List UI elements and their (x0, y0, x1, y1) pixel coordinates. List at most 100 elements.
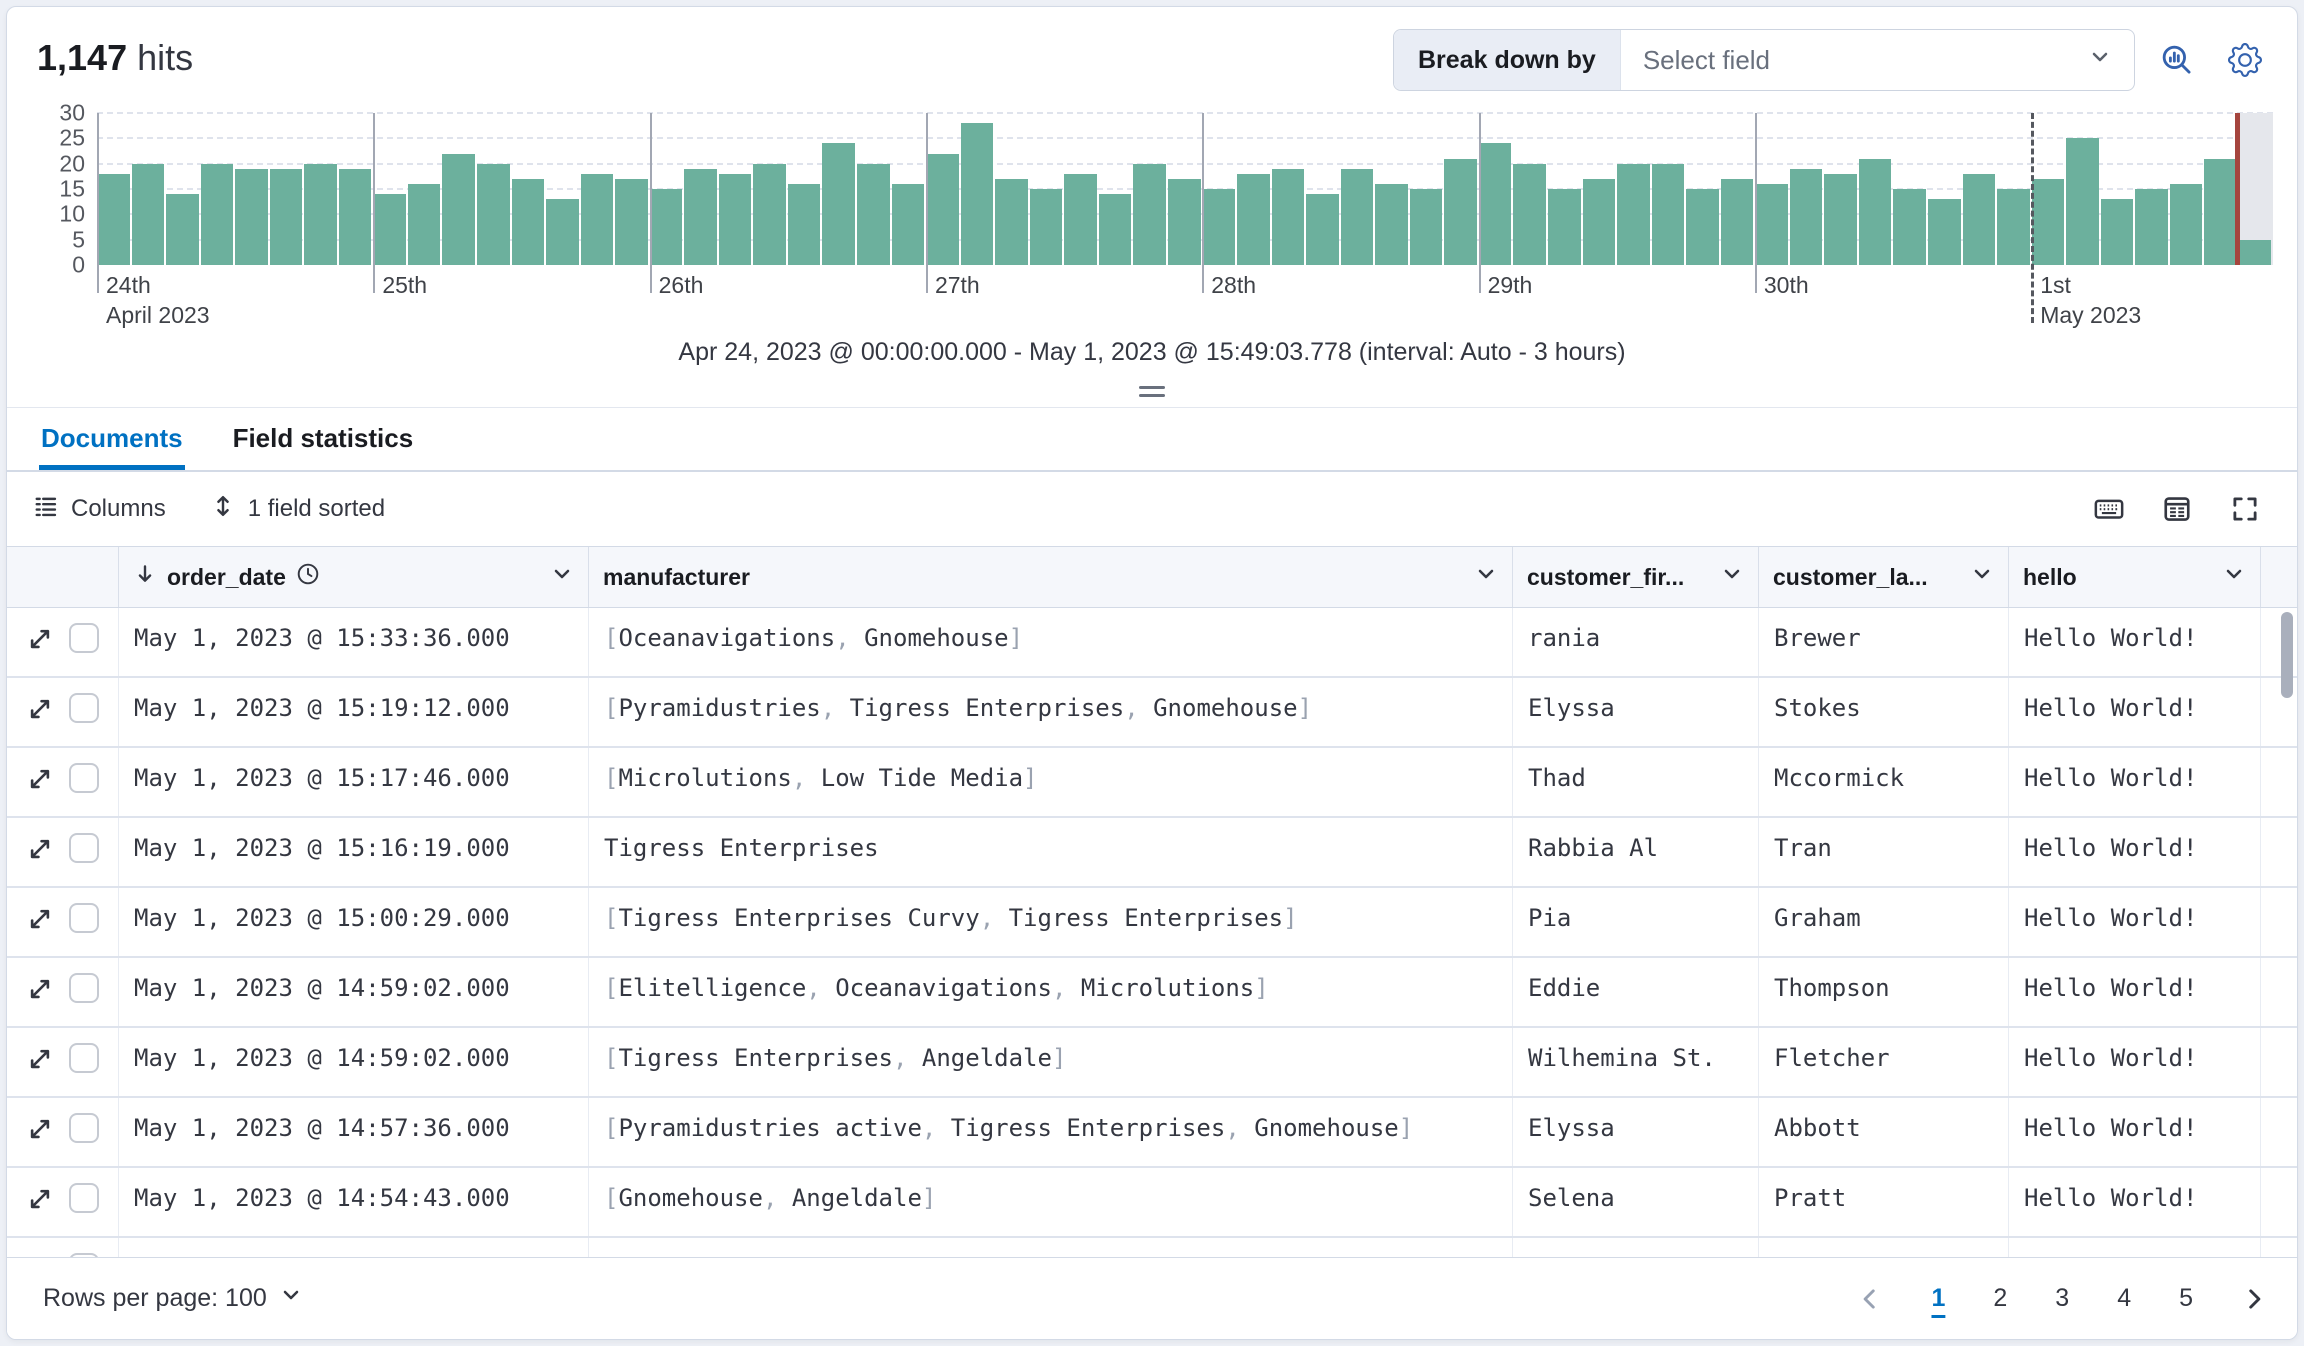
histogram-bar[interactable] (2101, 199, 2134, 265)
histogram-bar[interactable] (822, 143, 855, 265)
histogram-bar[interactable] (581, 174, 614, 265)
row-checkbox[interactable] (69, 763, 99, 793)
histogram-bar[interactable] (1583, 179, 1616, 265)
histogram-bar[interactable] (339, 169, 372, 265)
histogram-bar[interactable] (1272, 169, 1305, 265)
histogram-bar[interactable] (546, 199, 579, 265)
column-actions-chevron-icon[interactable] (550, 562, 574, 592)
expand-document-button[interactable] (26, 975, 54, 1008)
histogram-bar[interactable] (1099, 194, 1132, 265)
histogram-bar[interactable] (2135, 189, 2168, 265)
histogram-bar[interactable] (1652, 164, 1685, 265)
histogram-bar[interactable] (995, 179, 1028, 265)
histogram-bar[interactable] (132, 164, 165, 265)
page-button-3[interactable]: 3 (2055, 1284, 2069, 1313)
column-header-hello[interactable]: hello (2009, 547, 2261, 607)
histogram-bar[interactable] (235, 169, 268, 265)
histogram-bar[interactable] (2170, 184, 2203, 265)
column-header-order_date[interactable]: order_date (119, 547, 589, 607)
histogram-bar[interactable] (2066, 138, 2099, 265)
histogram-bar[interactable] (1479, 143, 1512, 265)
plot-area[interactable] (97, 113, 2273, 265)
row-checkbox[interactable] (69, 833, 99, 863)
page-button-4[interactable]: 4 (2117, 1284, 2131, 1313)
histogram-bar[interactable] (1928, 199, 1961, 265)
sort-fields-button[interactable]: 1 field sorted (210, 493, 385, 526)
keyboard-shortcuts-button[interactable] (2083, 483, 2135, 535)
histogram-bar[interactable] (961, 123, 994, 265)
page-button-2[interactable]: 2 (1993, 1284, 2007, 1313)
row-checkbox[interactable] (69, 1183, 99, 1213)
histogram-bar[interactable] (1444, 159, 1477, 265)
histogram-bar[interactable] (1030, 189, 1063, 265)
expand-document-button[interactable] (26, 905, 54, 938)
tab-field-statistics[interactable]: Field statistics (231, 423, 416, 470)
histogram-bar[interactable] (1686, 189, 1719, 265)
histogram-bar[interactable] (1755, 184, 1788, 265)
vertical-scrollbar[interactable] (2281, 612, 2293, 698)
rows-per-page-button[interactable]: Rows per page: 100 (37, 1282, 309, 1315)
histogram-bar[interactable] (1064, 174, 1097, 265)
histogram-bar[interactable] (857, 164, 890, 265)
resize-handle[interactable] (7, 375, 2297, 407)
histogram-bar[interactable] (1790, 169, 1823, 265)
expand-document-button[interactable] (26, 765, 54, 798)
histogram-bar[interactable] (477, 164, 510, 265)
display-options-button[interactable] (2151, 483, 2203, 535)
histogram-bar[interactable] (512, 179, 545, 265)
breakdown-select[interactable]: Select field (1621, 30, 2134, 90)
expand-document-button[interactable] (26, 1185, 54, 1218)
next-page-button[interactable] (2241, 1286, 2267, 1312)
histogram-bar[interactable] (373, 194, 406, 265)
histogram-bar[interactable] (2204, 159, 2237, 265)
histogram-bar[interactable] (1963, 174, 1996, 265)
histogram-bar[interactable] (1203, 189, 1236, 265)
expand-document-button[interactable] (26, 625, 54, 658)
histogram-bar[interactable] (719, 174, 752, 265)
histogram-bar[interactable] (684, 169, 717, 265)
histogram-bar[interactable] (1997, 189, 2030, 265)
expand-document-button[interactable] (26, 1255, 54, 1257)
page-button-1[interactable]: 1 (1931, 1284, 1945, 1313)
histogram-bar[interactable] (1893, 189, 1926, 265)
row-checkbox[interactable] (69, 693, 99, 723)
histogram-bar[interactable] (166, 194, 199, 265)
histogram-bar[interactable] (926, 154, 959, 265)
inspect-chart-button[interactable] (2151, 34, 2203, 86)
row-checkbox[interactable] (69, 623, 99, 653)
histogram-bar[interactable] (304, 164, 337, 265)
column-actions-chevron-icon[interactable] (1970, 562, 1994, 592)
histogram-bar[interactable] (1548, 189, 1581, 265)
page-button-5[interactable]: 5 (2179, 1284, 2193, 1313)
histogram-bar[interactable] (270, 169, 303, 265)
row-checkbox[interactable] (69, 1253, 99, 1257)
expand-document-button[interactable] (26, 695, 54, 728)
histogram-bar[interactable] (97, 174, 130, 265)
tab-documents[interactable]: Documents (39, 423, 185, 470)
expand-document-button[interactable] (26, 1115, 54, 1148)
column-actions-chevron-icon[interactable] (1474, 562, 1498, 592)
histogram-bar[interactable] (1824, 174, 1857, 265)
histogram-bar[interactable] (1237, 174, 1270, 265)
column-header-customer_last[interactable]: customer_la... (1759, 547, 2009, 607)
column-actions-chevron-icon[interactable] (1720, 562, 1744, 592)
histogram-bar[interactable] (1513, 164, 1546, 265)
histogram-bar[interactable] (1133, 164, 1166, 265)
histogram-bar[interactable] (408, 184, 441, 265)
column-header-manufacturer[interactable]: manufacturer (589, 547, 1513, 607)
histogram-bar[interactable] (1617, 164, 1650, 265)
expand-document-button[interactable] (26, 835, 54, 868)
histogram-bar[interactable] (1306, 194, 1339, 265)
histogram-bar[interactable] (2239, 240, 2272, 265)
histogram-bar[interactable] (892, 184, 925, 265)
histogram-bar[interactable] (1375, 184, 1408, 265)
histogram-bar[interactable] (201, 164, 234, 265)
histogram-bar[interactable] (650, 189, 683, 265)
histogram-bar[interactable] (1410, 189, 1443, 265)
histogram-bar[interactable] (1859, 159, 1892, 265)
row-checkbox[interactable] (69, 903, 99, 933)
histogram-bar[interactable] (1341, 169, 1374, 265)
columns-button[interactable]: Columns (33, 493, 166, 526)
fullscreen-button[interactable] (2219, 483, 2271, 535)
histogram-bar[interactable] (2032, 179, 2065, 265)
